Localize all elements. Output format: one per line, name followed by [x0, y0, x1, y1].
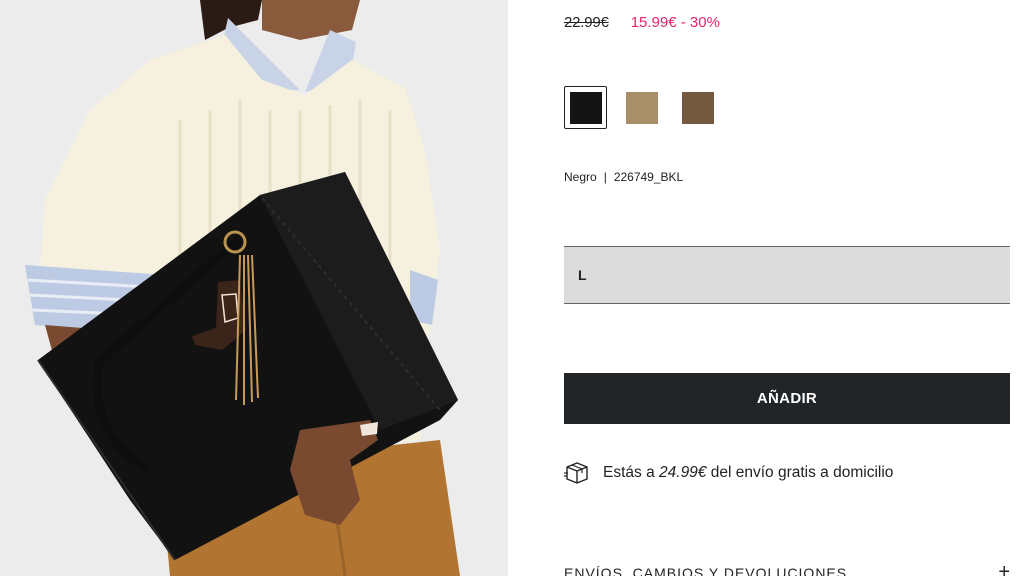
color-and-reference: Negro | 226749_BKL	[564, 170, 683, 184]
shipping-returns-accordion[interactable]: ENVÍOS, CAMBIOS Y DEVOLUCIONES +	[564, 561, 1010, 576]
accordion-title: ENVÍOS, CAMBIOS Y DEVOLUCIONES	[564, 565, 848, 576]
product-info-panel: 22.99€ 15.99€ - 30% Negro | 226749_BKL L…	[564, 0, 1010, 576]
product-photo-illustration	[0, 0, 508, 576]
sale-price: 15.99€ - 30%	[630, 13, 720, 31]
color-chip-camel	[625, 91, 658, 124]
color-chip-brown	[681, 91, 714, 124]
color-swatch-camel[interactable]	[620, 86, 663, 129]
color-chip-black	[569, 91, 602, 124]
shipping-suffix: del envío gratis a domicilio	[710, 464, 894, 481]
price-row: 22.99€ 15.99€ - 30%	[564, 12, 720, 32]
original-price: 22.99€	[564, 13, 609, 31]
separator: |	[603, 170, 607, 184]
expand-plus-icon: +	[998, 561, 1010, 576]
product-reference: 226749_BKL	[613, 170, 684, 184]
shipping-prefix: Estás a	[603, 464, 655, 481]
shipping-text: Estás a 24.99€ del envío gratis a domici…	[603, 464, 893, 482]
shipping-amount: 24.99€	[659, 464, 707, 481]
package-box-icon	[564, 461, 590, 485]
product-image[interactable]	[0, 0, 508, 576]
product-page: 22.99€ 15.99€ - 30% Negro | 226749_BKL L…	[0, 0, 1024, 576]
free-shipping-note: Estás a 24.99€ del envío gratis a domici…	[564, 461, 893, 485]
color-swatch-black[interactable]	[564, 86, 607, 129]
selected-size: L	[578, 267, 587, 283]
size-selector[interactable]: L	[564, 246, 1010, 304]
selected-color-label: Negro	[564, 170, 597, 184]
color-swatch-brown[interactable]	[676, 86, 719, 129]
add-to-cart-button[interactable]: AÑADIR	[564, 373, 1010, 424]
color-swatches	[564, 86, 719, 129]
